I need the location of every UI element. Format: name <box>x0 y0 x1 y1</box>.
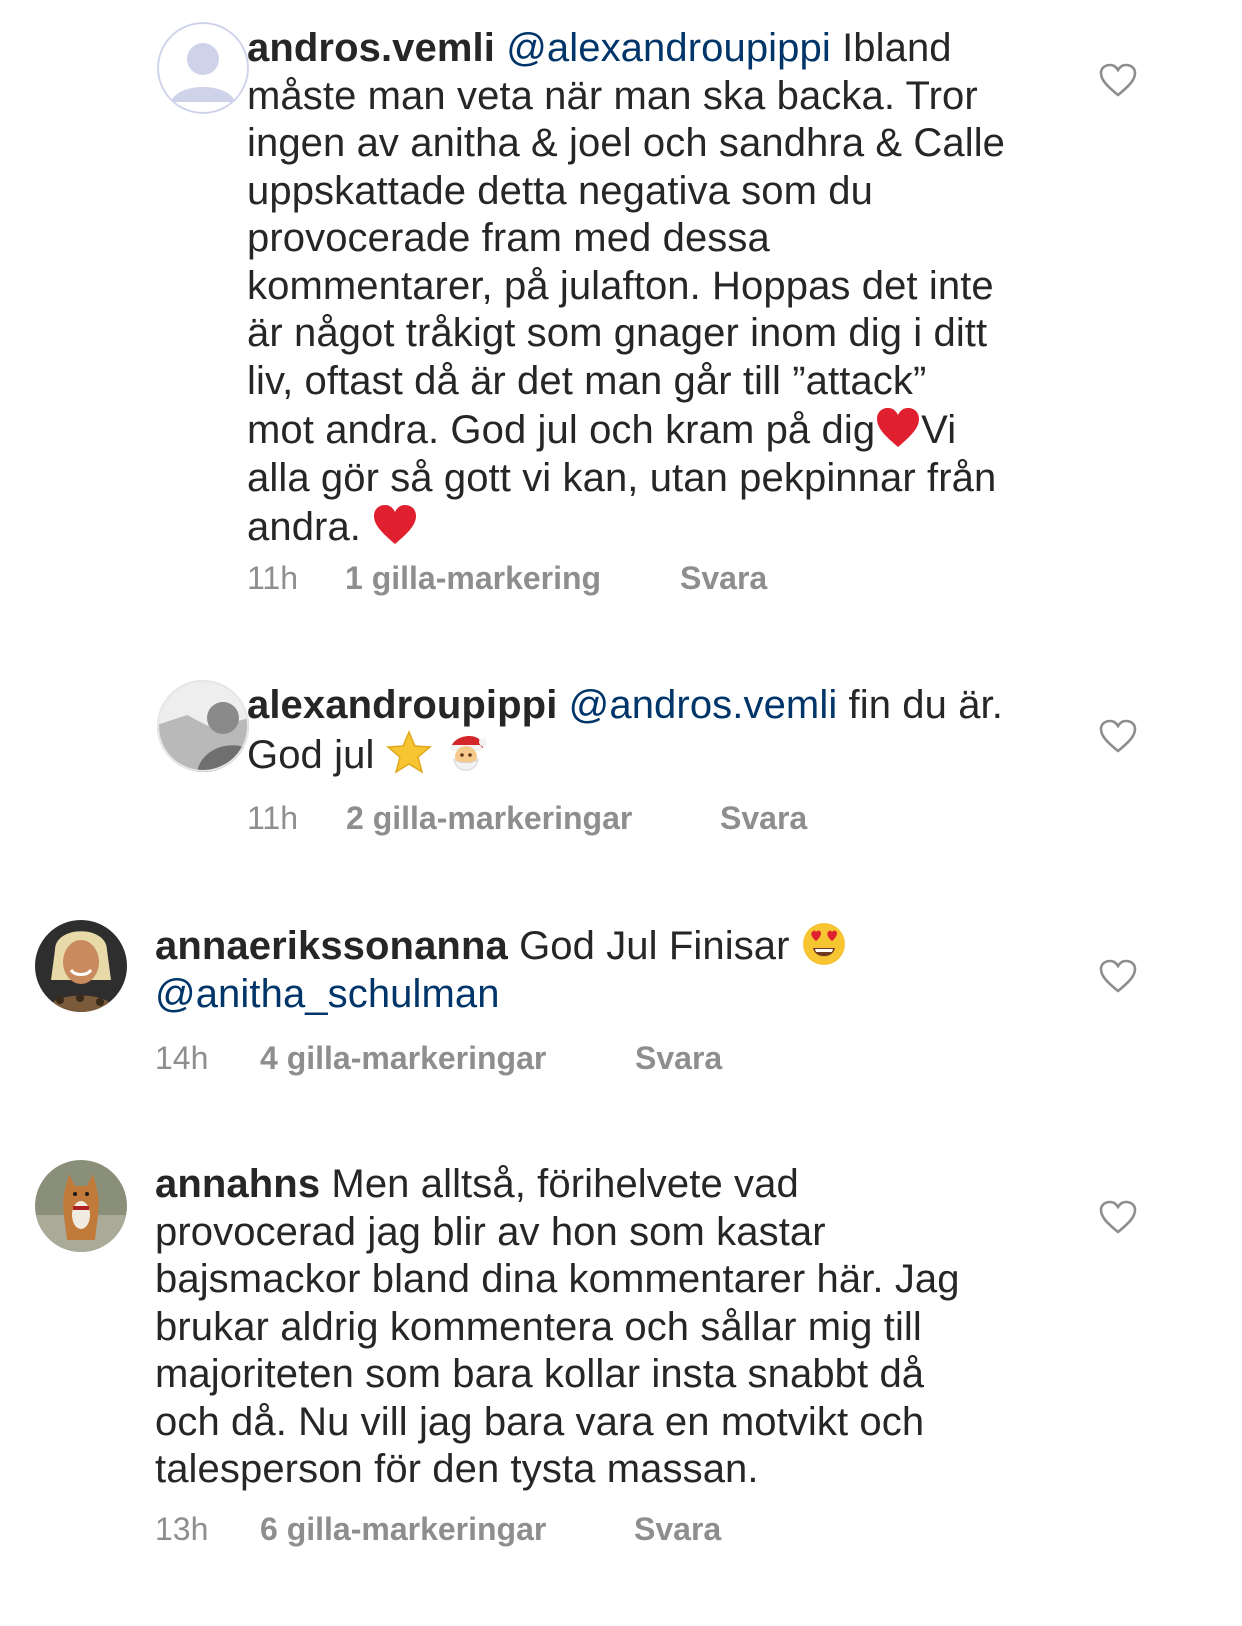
star-emoji-icon <box>385 729 432 776</box>
like-heart-icon[interactable] <box>1098 716 1138 756</box>
likes-count[interactable]: 2 gilla-markeringar <box>346 800 632 837</box>
avatar[interactable] <box>35 1160 127 1252</box>
comment-text: annahns Men alltså, förihelvete vad prov… <box>155 1161 1055 1494</box>
username[interactable]: andros.vemli <box>247 26 495 70</box>
comment-line: kommentarer, på julafton. Hoppas det int… <box>247 263 994 308</box>
comment-text: alexandroupippi @andros.vemli fin du är.… <box>247 682 1047 779</box>
comment-line: brukar aldrig kommentera och sållar mig … <box>155 1304 922 1349</box>
comment-line: majoriteten som bara kollar insta snabbt… <box>155 1352 925 1396</box>
mention-link[interactable]: @alexandroupippi <box>506 26 831 70</box>
profile-photo-icon <box>157 680 249 772</box>
default-avatar-icon <box>157 22 249 114</box>
timestamp: 11h <box>247 560 299 596</box>
reply-button[interactable]: Svara <box>720 800 807 837</box>
comment-line: talesperson för den tysta massan. <box>155 1447 759 1491</box>
reply-button[interactable]: Svara <box>680 560 767 597</box>
heart-eyes-emoji-icon <box>801 921 847 967</box>
reply-button[interactable]: Svara <box>635 1040 722 1077</box>
avatar[interactable] <box>157 22 249 114</box>
like-heart-icon[interactable] <box>1098 1197 1138 1237</box>
comment-line: och då. Nu vill jag bara vara en motvikt… <box>155 1399 925 1444</box>
avatar[interactable] <box>157 680 249 772</box>
comment-line: Vi <box>921 408 957 452</box>
like-heart-icon[interactable] <box>1098 956 1138 996</box>
red-heart-emoji-icon <box>372 502 418 548</box>
likes-count[interactable]: 6 gilla-markeringar <box>260 1511 546 1548</box>
timestamp: 13h <box>155 1511 209 1547</box>
like-heart-icon[interactable] <box>1098 60 1138 100</box>
comment-body: Men alltså, förihelvete vad <box>331 1162 799 1206</box>
comment-line: provocerad jag blir av hon som kastar <box>155 1209 826 1254</box>
comment-body: God Jul Finisar <box>519 924 801 968</box>
comment-body: fin du är. <box>848 683 1003 727</box>
comment-line: måste man veta när man ska backa. Tror <box>247 73 978 118</box>
comment-line: uppskattade detta negativa som du <box>247 168 873 213</box>
comment-line: andra. <box>247 505 373 549</box>
mention-link[interactable]: @andros.vemli <box>569 683 838 727</box>
comment-line: alla gör så gott vi kan, utan pekpinnar … <box>247 455 997 500</box>
comment-line: mot andra. God jul och kram på dig <box>247 408 876 452</box>
comment-line: provocerade fram med dessa <box>247 216 770 260</box>
comment-line: är något tråkigt som gnager inom dig i d… <box>247 311 988 355</box>
avatar[interactable] <box>35 920 127 1012</box>
mention-link[interactable]: @anitha_schulman <box>155 971 1055 1019</box>
profile-photo-icon <box>35 1160 127 1252</box>
comment-line: bajsmackor bland dina kommentarer här. J… <box>155 1257 960 1301</box>
comment-body: Ibland <box>842 26 952 70</box>
reply-button[interactable]: Svara <box>634 1511 721 1548</box>
comment-line: ingen av anitha & joel och sandhra & Cal… <box>247 121 1006 165</box>
likes-count[interactable]: 1 gilla-markering <box>345 560 601 597</box>
comment-line: God jul <box>247 732 386 777</box>
santa-emoji-icon <box>443 730 489 776</box>
comment-text: annaerikssonanna God Jul Finisar @anitha… <box>155 921 1055 1018</box>
profile-photo-icon <box>35 920 127 1012</box>
red-heart-emoji-icon <box>875 405 921 451</box>
comment-text: andros.vemli @alexandroupippi Ibland mås… <box>247 25 1047 552</box>
username[interactable]: alexandroupippi <box>247 683 557 727</box>
likes-count[interactable]: 4 gilla-markeringar <box>260 1040 546 1077</box>
comment-line: liv, oftast då är det man går till ”atta… <box>247 358 927 403</box>
username[interactable]: annahns <box>155 1162 320 1206</box>
timestamp: 14h <box>155 1040 209 1076</box>
timestamp: 11h <box>247 800 299 836</box>
username[interactable]: annaerikssonanna <box>155 924 508 968</box>
